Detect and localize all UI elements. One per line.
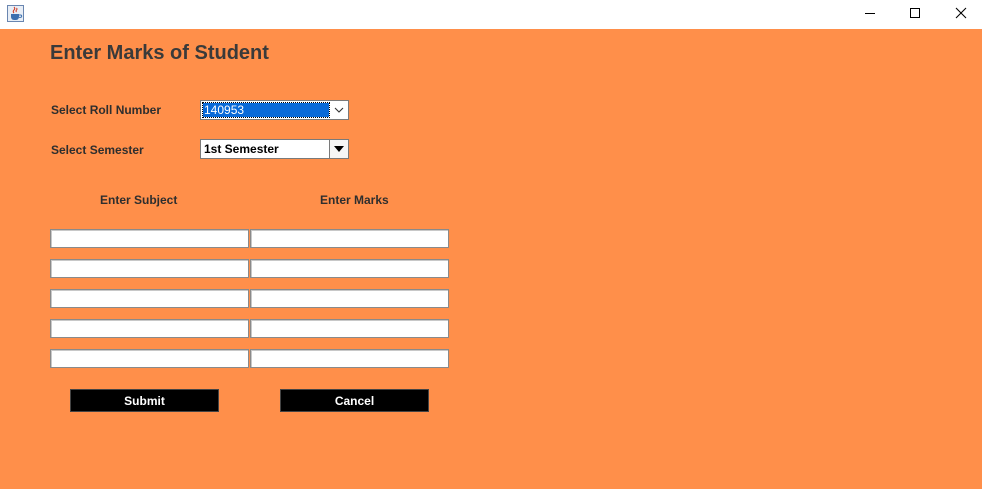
- maximize-icon: [909, 6, 921, 24]
- java-cup-icon: [7, 5, 24, 22]
- close-button[interactable]: [938, 0, 982, 29]
- subject-input-2[interactable]: [50, 259, 249, 278]
- close-icon: [955, 6, 967, 24]
- semester-select[interactable]: 1st Semester: [200, 139, 349, 159]
- app-window: Enter Marks of Student Select Roll Numbe…: [0, 0, 982, 489]
- roll-number-label: Select Roll Number: [51, 103, 162, 117]
- minimize-button[interactable]: [847, 0, 893, 29]
- marks-input-5[interactable]: [250, 349, 449, 368]
- subject-input-3[interactable]: [50, 289, 249, 308]
- marks-input-3[interactable]: [250, 289, 449, 308]
- chevron-down-icon[interactable]: [330, 101, 348, 119]
- subject-input-5[interactable]: [50, 349, 249, 368]
- roll-number-select[interactable]: 140953: [200, 100, 349, 120]
- marks-input-1[interactable]: [250, 229, 449, 248]
- semester-value: 1st Semester: [204, 142, 279, 156]
- subject-input-4[interactable]: [50, 319, 249, 338]
- marks-input-4[interactable]: [250, 319, 449, 338]
- subject-column-header: Enter Subject: [100, 193, 178, 207]
- maximize-button[interactable]: [892, 0, 938, 29]
- cancel-button[interactable]: Cancel: [280, 389, 429, 412]
- form-panel: Enter Marks of Student Select Roll Numbe…: [0, 29, 982, 489]
- title-bar: [0, 0, 982, 29]
- semester-label: Select Semester: [51, 143, 144, 157]
- dropdown-arrow-icon[interactable]: [329, 140, 348, 158]
- submit-button[interactable]: Submit: [70, 389, 219, 412]
- marks-column-header: Enter Marks: [320, 193, 389, 207]
- roll-number-value: 140953: [202, 102, 330, 118]
- marks-input-2[interactable]: [250, 259, 449, 278]
- page-title: Enter Marks of Student: [50, 42, 269, 64]
- minimize-icon: [864, 6, 876, 24]
- subject-input-1[interactable]: [50, 229, 249, 248]
